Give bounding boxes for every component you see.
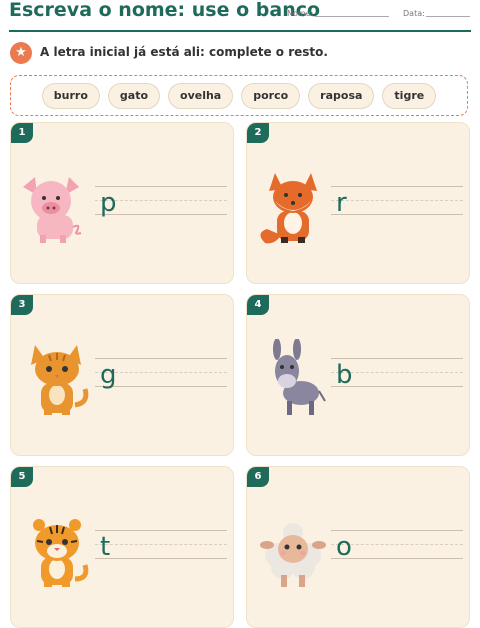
date-label: Data: (403, 9, 425, 18)
initial-letter: t (100, 532, 111, 562)
word-chip-porco[interactable]: porco (241, 82, 301, 109)
donkey-icon (273, 339, 326, 415)
card-number: 4 (247, 295, 269, 315)
page-title: Escreva o nome: use o banco (9, 0, 321, 21)
tiger-icon (33, 519, 89, 587)
initial-letter: o (336, 532, 352, 562)
word-chip-raposa[interactable]: raposa (308, 82, 375, 109)
initial-letter: b (336, 360, 353, 390)
header-divider (9, 30, 471, 32)
card-1: 1 p (10, 122, 234, 284)
name-label: Nome: (287, 9, 314, 18)
card-number: 1 (11, 123, 33, 143)
instruction-text: A letra inicial já está ali: complete o … (40, 45, 328, 59)
date-field[interactable] (426, 16, 470, 17)
word-chip-burro[interactable]: burro (41, 82, 100, 109)
writing-lines[interactable] (95, 530, 227, 560)
card-number: 6 (247, 467, 269, 487)
writing-lines[interactable] (331, 186, 463, 216)
card-5: 5 t (10, 466, 234, 628)
initial-letter: g (100, 360, 117, 390)
card-6: 6 o (246, 466, 470, 628)
card-2: 2 r (246, 122, 470, 284)
word-chip-gato[interactable]: gato (107, 82, 161, 109)
sheep-icon (260, 523, 326, 587)
name-field[interactable] (315, 16, 389, 17)
cat-icon (31, 345, 89, 415)
worksheet-header: Escreva o nome: use o banco Nome: Data: (0, 0, 480, 30)
pig-icon (23, 177, 82, 243)
word-chip-ovelha[interactable]: ovelha (168, 82, 234, 109)
card-4: 4 b (246, 294, 470, 456)
card-number: 5 (11, 467, 33, 487)
word-chip-tigre[interactable]: tigre (382, 82, 437, 109)
card-number: 2 (247, 123, 269, 143)
card-3: 3 g (10, 294, 234, 456)
initial-letter: r (336, 188, 347, 218)
fox-icon (260, 173, 317, 244)
star-icon: ★ (10, 42, 32, 64)
word-bank: burro gato ovelha porco raposa tigre (10, 75, 468, 116)
initial-letter: p (100, 188, 117, 218)
card-number: 3 (11, 295, 33, 315)
